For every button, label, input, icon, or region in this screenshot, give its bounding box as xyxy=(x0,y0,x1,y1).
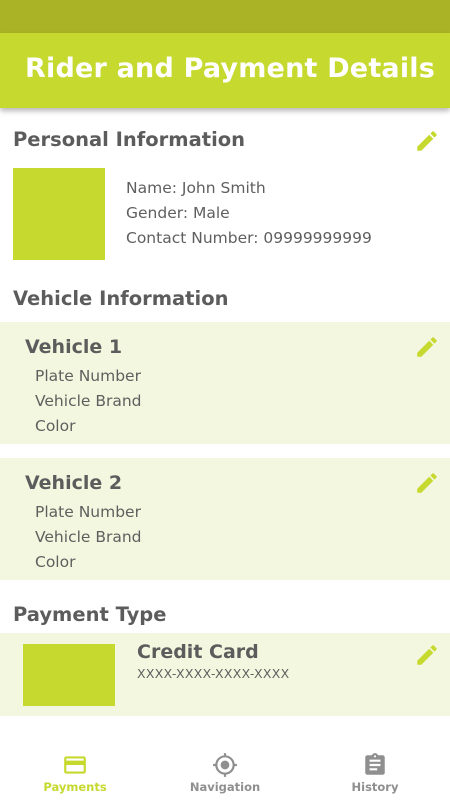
payment-card: Credit Card XXXX-XXXX-XXXX-XXXX xyxy=(0,633,450,716)
vehicle-info-title: Vehicle Information xyxy=(13,287,229,310)
credit-card-icon xyxy=(62,752,88,778)
pencil-icon xyxy=(417,645,437,665)
nav-navigation[interactable]: Navigation xyxy=(150,716,300,800)
vehicle-plate: Plate Number xyxy=(35,367,141,385)
status-bar xyxy=(0,0,450,33)
card-image xyxy=(23,644,115,706)
vehicle-plate: Plate Number xyxy=(35,503,141,521)
vehicle-brand: Vehicle Brand xyxy=(35,392,142,410)
pencil-icon xyxy=(417,473,437,493)
edit-payment-button[interactable] xyxy=(414,642,440,668)
page-title: Rider and Payment Details xyxy=(25,53,436,84)
edit-vehicle-2-button[interactable] xyxy=(414,470,440,496)
vehicle-card: Vehicle 2 Plate Number Vehicle Brand Col… xyxy=(0,458,450,580)
vehicle-color: Color xyxy=(35,417,76,435)
nav-label-navigation: Navigation xyxy=(189,780,261,794)
card-type: Credit Card xyxy=(137,641,259,663)
card-number: XXXX-XXXX-XXXX-XXXX xyxy=(137,666,290,681)
vehicle-color: Color xyxy=(35,553,76,571)
vehicle-name: Vehicle 2 xyxy=(25,472,123,494)
app-bar: Rider and Payment Details xyxy=(0,33,450,108)
personal-info-title: Personal Information xyxy=(13,128,246,151)
crosshair-icon xyxy=(212,752,238,778)
vehicle-name: Vehicle 1 xyxy=(25,336,123,358)
bottom-nav: Payments Navigation History xyxy=(0,716,450,800)
pencil-icon xyxy=(417,337,437,357)
clipboard-icon xyxy=(362,752,388,778)
nav-label-history: History xyxy=(351,780,399,794)
personal-gender: Gender: Male xyxy=(126,204,230,222)
avatar[interactable] xyxy=(13,168,105,260)
payment-type-title: Payment Type xyxy=(13,603,167,626)
pencil-icon xyxy=(417,131,437,151)
edit-vehicle-1-button[interactable] xyxy=(414,334,440,360)
vehicle-brand: Vehicle Brand xyxy=(35,528,142,546)
nav-payments[interactable]: Payments xyxy=(0,716,150,800)
nav-history[interactable]: History xyxy=(300,716,450,800)
personal-name: Name: John Smith xyxy=(126,179,266,197)
personal-contact: Contact Number: 09999999999 xyxy=(126,229,372,247)
nav-label-payments: Payments xyxy=(43,780,107,794)
vehicle-card: Vehicle 1 Plate Number Vehicle Brand Col… xyxy=(0,322,450,444)
edit-personal-button[interactable] xyxy=(414,128,440,154)
